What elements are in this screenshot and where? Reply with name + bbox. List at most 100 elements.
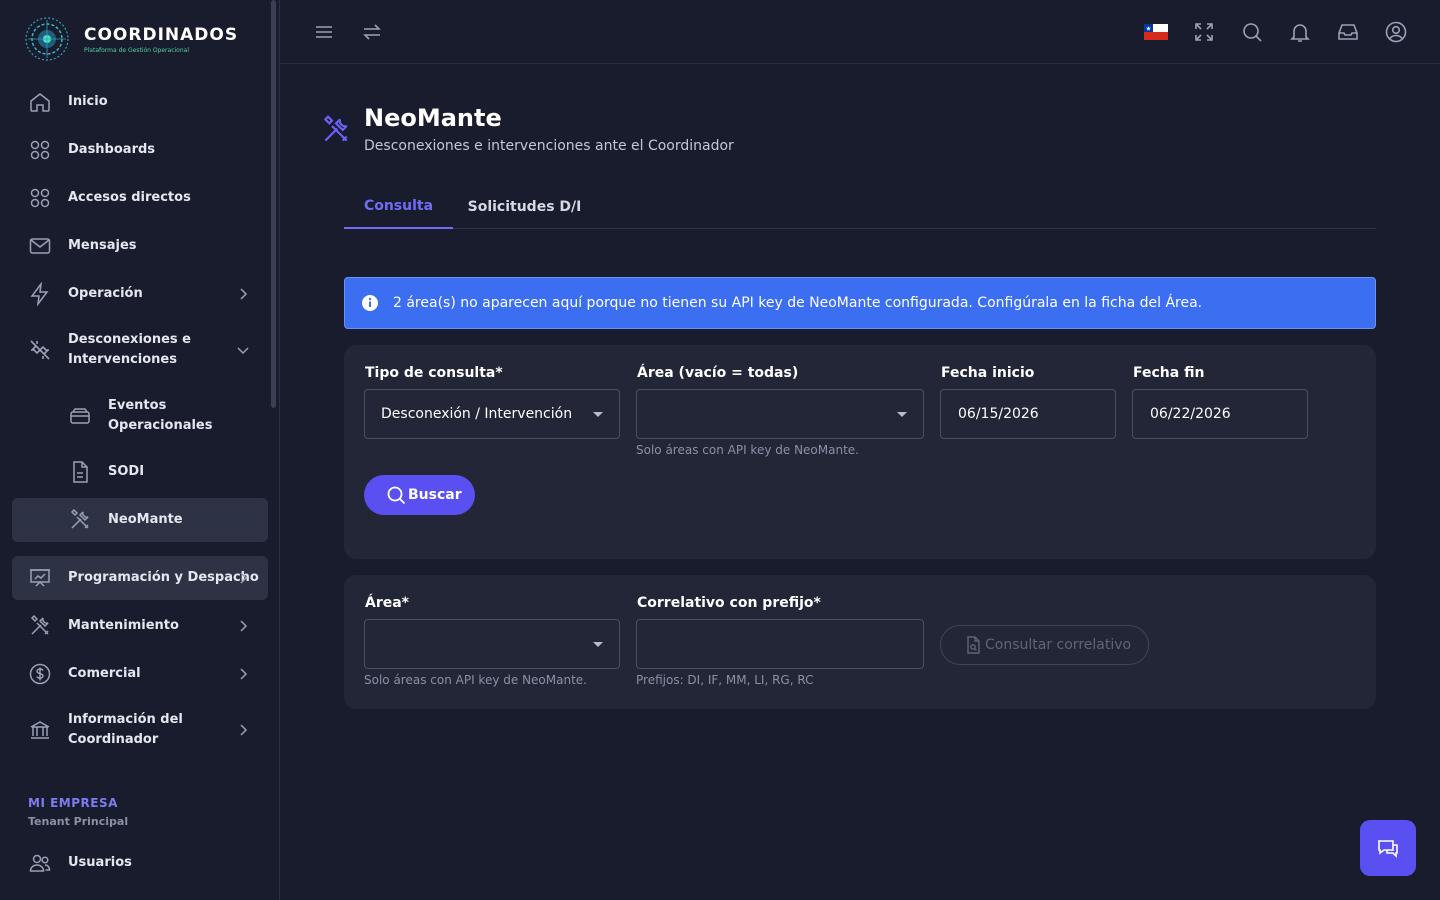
tools-icon	[30, 614, 49, 635]
chevron-right-icon	[240, 724, 248, 736]
buscar-button-label: Buscar	[408, 487, 462, 503]
sidebar-item-label: SODI	[108, 464, 145, 479]
sidebar-item-programacion-despacho[interactable]: Programación y Despacho	[12, 556, 268, 600]
area-label: Área*	[365, 595, 410, 611]
sidebar-item-label: NeoMante	[108, 512, 183, 527]
tipo-consulta-value: Desconexión / Intervención	[381, 406, 573, 422]
brand-title: COORDINADOS	[84, 24, 239, 45]
consultar-correlativo-label: Consultar correlativo	[985, 637, 1132, 653]
sidebar-item-usuarios[interactable]: Usuarios	[12, 841, 268, 885]
fecha-inicio-label: Fecha inicio	[941, 365, 1035, 381]
sidebar-item-label: Dashboards	[68, 142, 156, 157]
sidebar-item-mantenimiento[interactable]: Mantenimiento	[12, 604, 268, 648]
chat-bubbles-icon	[1378, 840, 1398, 858]
sidebar-item-label: Mensajes	[68, 238, 137, 253]
sidebar-item-dashboards[interactable]: Dashboards	[12, 128, 268, 172]
caret-down-icon	[593, 642, 603, 647]
sidebar-item-desconexiones[interactable]: Desconexiones e Intervenciones	[12, 326, 268, 374]
sidebar-item-neomante[interactable]: NeoMante	[12, 498, 268, 542]
search-icon	[387, 486, 406, 505]
users-icon	[29, 854, 51, 872]
fecha-inicio-input[interactable]: 06/15/2026	[940, 389, 1116, 439]
sidebar: COORDINADOS Plataforma de Gestión Operac…	[0, 0, 280, 900]
dollar-icon	[29, 663, 51, 685]
sidebar-item-label: Inicio	[68, 94, 108, 109]
top-bar	[280, 0, 1440, 64]
area-filter-select[interactable]	[636, 389, 924, 439]
bank-icon	[30, 721, 50, 739]
chile-flag-icon[interactable]	[1144, 24, 1168, 40]
info-alert: 2 área(s) no aparecen aquí porque no tie…	[344, 277, 1376, 329]
sidebar-item-label: Usuarios	[68, 855, 132, 870]
sidebar-item-comercial[interactable]: Comercial	[12, 652, 268, 696]
chevron-right-icon	[240, 620, 248, 632]
sidebar-item-label: Eventos Operacionales	[108, 398, 213, 433]
brand-logo[interactable]: COORDINADOS Plataforma de Gestión Operac…	[22, 14, 238, 64]
correlative-card: Área* Solo áreas con API key de NeoMante…	[344, 575, 1376, 709]
grid-icon	[30, 140, 50, 160]
correlativo-label: Correlativo con prefijo*	[637, 595, 821, 611]
sidebar-item-operacion[interactable]: Operación	[12, 272, 268, 316]
sidebar-item-label: Operación	[68, 286, 143, 301]
search-icon[interactable]	[1240, 20, 1264, 44]
presentation-chart-icon	[30, 569, 50, 587]
sidebar-item-sodi[interactable]: SODI	[12, 450, 268, 494]
page-subtitle: Desconexiones e intervenciones ante el C…	[364, 138, 734, 154]
sidebar-item-accesos-directos[interactable]: Accesos directos	[12, 176, 268, 220]
alert-text: 2 área(s) no aparecen aquí porque no tie…	[393, 295, 1203, 311]
fecha-fin-label: Fecha fin	[1133, 365, 1205, 381]
archive-icon	[70, 408, 90, 424]
grid-icon	[30, 188, 50, 208]
tools-icon	[70, 508, 89, 529]
inbox-icon[interactable]	[1336, 20, 1360, 44]
area-filter-label: Área (vacío = todas)	[637, 365, 799, 381]
tab-solicitudes[interactable]: Solicitudes D/I	[453, 184, 596, 229]
sidebar-item-inicio[interactable]: Inicio	[12, 80, 268, 124]
menu-icon[interactable]	[312, 20, 336, 44]
sidebar-item-label: Accesos directos	[68, 190, 191, 205]
sidebar-item-label: Comercial	[68, 666, 141, 681]
sidebar-scrollbar[interactable]	[271, 0, 276, 408]
page-title: NeoMante	[364, 104, 502, 132]
sidebar-item-label: Desconexiones e Intervenciones	[68, 332, 191, 367]
company-section-subtitle: Tenant Principal	[28, 815, 129, 828]
file-icon	[73, 461, 88, 483]
chevron-down-icon	[237, 347, 249, 355]
sidebar-item-informacion-coordinador[interactable]: Información del Coordinador	[12, 706, 268, 754]
chevron-right-icon	[240, 668, 248, 680]
plug-off-icon	[30, 340, 50, 360]
mail-icon	[29, 238, 51, 254]
fecha-inicio-value: 06/15/2026	[958, 406, 1039, 422]
sidebar-item-mensajes[interactable]: Mensajes	[12, 224, 268, 268]
swap-arrows-icon[interactable]	[360, 20, 384, 44]
area-select[interactable]	[364, 619, 620, 669]
sidebar-item-eventos-operacionales[interactable]: Eventos Operacionales	[12, 392, 268, 440]
consultar-correlativo-button[interactable]: Consultar correlativo	[940, 625, 1149, 665]
chat-support-button[interactable]	[1360, 820, 1416, 876]
tipo-consulta-select[interactable]: Desconexión / Intervención	[364, 389, 620, 439]
bolt-icon	[30, 282, 49, 306]
sidebar-item-label: Programación y Despacho	[68, 570, 259, 585]
logo-globe-icon	[25, 17, 69, 61]
info-icon	[362, 295, 378, 311]
tipo-consulta-label: Tipo de consulta*	[365, 365, 503, 381]
chevron-right-icon	[240, 288, 248, 300]
bell-icon[interactable]	[1288, 20, 1312, 44]
fullscreen-icon[interactable]	[1192, 20, 1216, 44]
buscar-button[interactable]: Buscar	[364, 475, 475, 515]
correlativo-hint: Prefijos: DI, IF, MM, LI, RG, RC	[636, 673, 814, 687]
area-filter-hint: Solo áreas con API key de NeoMante.	[636, 443, 859, 457]
correlativo-input[interactable]	[636, 619, 924, 669]
file-search-icon	[967, 636, 980, 654]
company-section-title: MI EMPRESA	[28, 796, 118, 810]
sidebar-item-label: Información del Coordinador	[68, 712, 183, 747]
fecha-fin-input[interactable]: 06/22/2026	[1132, 389, 1308, 439]
tab-consulta[interactable]: Consulta	[344, 184, 453, 229]
sidebar-item-label: Mantenimiento	[68, 618, 179, 633]
area-hint: Solo áreas con API key de NeoMante.	[364, 673, 587, 687]
caret-down-icon	[897, 412, 907, 417]
chevron-right-icon	[240, 572, 248, 584]
user-circle-icon[interactable]	[1384, 20, 1408, 44]
fecha-fin-value: 06/22/2026	[1150, 406, 1231, 422]
brand-subtitle: Plataforma de Gestión Operacional	[84, 46, 189, 54]
